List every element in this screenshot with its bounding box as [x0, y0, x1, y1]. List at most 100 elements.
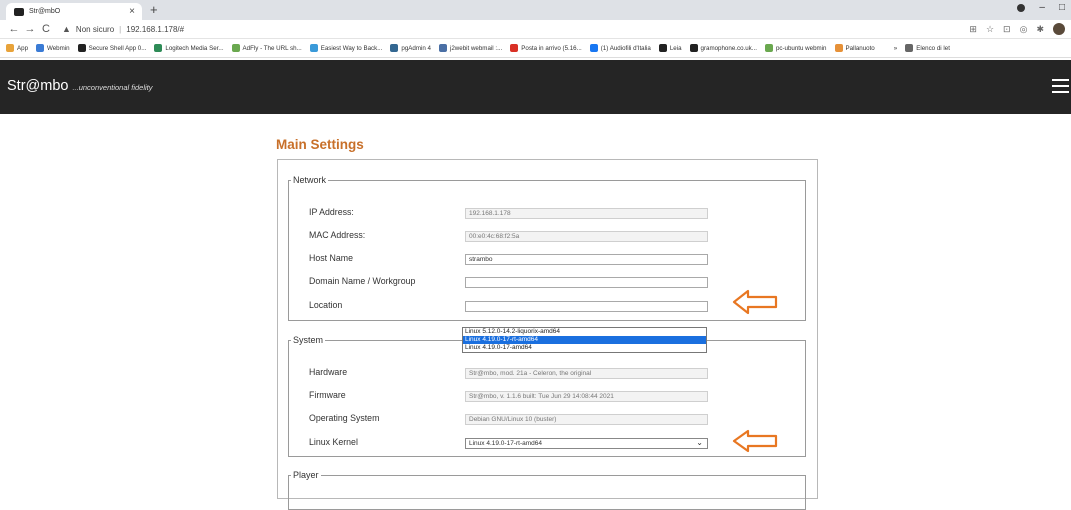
bookmark-icon	[882, 44, 891, 52]
chevron-down-icon: ⌄	[696, 438, 703, 447]
bookmarks-bar: App Webmin Secure Shell App 0... Logitech M…	[0, 39, 1071, 58]
star-icon[interactable]: ☆	[986, 24, 994, 35]
translate-icon[interactable]: ⊞	[969, 24, 977, 35]
warning-icon[interactable]: ▲	[62, 24, 71, 34]
bookmark-icon	[589, 44, 598, 52]
bookmark-item[interactable]: j2webit webmail :...	[438, 44, 503, 52]
bookmark-label: (1) Audiofili d'Italia	[600, 44, 651, 52]
domain-label: Domain Name / Workgroup	[309, 276, 416, 286]
kernel-option[interactable]: Linux 4.19.0-17-amd64	[463, 344, 706, 352]
bookmark-item[interactable]: gramophone.co.uk...	[689, 44, 757, 52]
bookmark-label: j2webit webmail :...	[449, 44, 503, 52]
hardware-label: Hardware	[309, 367, 348, 377]
bookmark-item[interactable]: Secure Shell App 0...	[77, 44, 146, 52]
kernel-option[interactable]: Linux 5.12.0-14.2-liquorix-amd64	[463, 328, 706, 336]
forward-icon[interactable]: →	[22, 23, 38, 35]
bookmark-icon	[438, 44, 447, 52]
bookmark-icon	[36, 44, 45, 52]
url-field[interactable]: ▲ Non sicuro | 192.168.1.178/#	[62, 24, 184, 34]
brand-logo[interactable]: Str@mbo ...unconventional fidelity	[7, 78, 153, 94]
bookmark-label: pc-ubuntu webmin	[775, 44, 827, 52]
extension-icon[interactable]: ⊡	[1003, 24, 1011, 35]
bookmark-icon	[658, 44, 667, 52]
menu-icon[interactable]	[1052, 79, 1069, 97]
host-label: Host Name	[309, 253, 353, 263]
location-input[interactable]	[465, 301, 708, 312]
bookmark-label: Leia	[669, 44, 682, 52]
bookmark-icon	[689, 44, 698, 52]
kernel-select-value: Linux 4.19.0-17-rt-amd64	[469, 440, 542, 447]
bookmark-icon	[309, 44, 318, 52]
annotation-arrow-icon	[732, 289, 778, 315]
bookmark-label: Logitech Media Ser...	[165, 44, 224, 52]
bookmark-icon	[764, 44, 773, 52]
shield-icon[interactable]: ◎	[1020, 24, 1028, 35]
kernel-option[interactable]: Linux 4.19.0-17-rt-amd64	[463, 336, 706, 344]
tab-title: Str@mbO	[29, 8, 61, 15]
kernel-dropdown-list: Linux 5.12.0-14.2-liquorix-amd64 Linux 4.…	[462, 327, 707, 353]
new-tab-button[interactable]: +	[150, 2, 158, 17]
ip-field: 192.168.1.178	[465, 208, 708, 219]
bookmark-item[interactable]: Logitech Media Ser...	[154, 44, 224, 52]
bookmark-item[interactable]: App	[6, 44, 28, 52]
tab-close-icon[interactable]: ×	[129, 6, 135, 17]
ip-label: IP Address:	[309, 207, 354, 217]
bookmark-item[interactable]: pgAdmin 4	[390, 44, 431, 52]
reload-icon[interactable]: C	[38, 23, 54, 35]
bookmark-item[interactable]: »	[882, 44, 898, 52]
security-label: Non sicuro	[75, 24, 115, 34]
bookmark-item[interactable]: (1) Audiofili d'Italia	[589, 44, 651, 52]
network-section: Network IP Address: 192.168.1.178 MAC Ad…	[288, 175, 806, 321]
browser-tab[interactable]: Str@mbO ×	[6, 3, 142, 20]
bookmark-label: pgAdmin 4	[401, 44, 431, 52]
avatar[interactable]	[1053, 23, 1065, 35]
url-text: 192.168.1.178/#	[126, 24, 185, 34]
bookmark-icon	[231, 44, 240, 52]
address-bar: ← → C ▲ Non sicuro | 192.168.1.178/# ⊞ ☆…	[0, 20, 1071, 39]
annotation-arrow-icon	[732, 429, 778, 453]
bookmark-label: Posta in arrivo (5.16...	[521, 44, 582, 52]
location-label: Location	[309, 300, 343, 310]
bookmark-label: Easiest Way to Back...	[320, 44, 383, 52]
host-name-input[interactable]: strambo	[465, 254, 708, 265]
window-controls: – □	[1017, 2, 1065, 13]
page-title: Main Settings	[276, 137, 364, 152]
bookmark-icon	[6, 44, 14, 52]
player-section: Player	[288, 470, 806, 510]
player-legend: Player	[293, 470, 319, 480]
firmware-label: Firmware	[309, 390, 346, 400]
browser-tab-strip: Str@mbO × + – □	[0, 0, 1071, 20]
os-label: Operating System	[309, 413, 380, 423]
bookmark-item[interactable]: Easiest Way to Back...	[309, 44, 383, 52]
bookmark-icon	[834, 44, 843, 52]
puzzle-icon[interactable]: ✱	[1036, 24, 1044, 35]
firmware-field: Str@mbo, v. 1.1.6 built: Tue Jun 29 14:0…	[465, 391, 708, 402]
url-separator: |	[119, 24, 122, 34]
back-icon[interactable]: ←	[6, 23, 22, 35]
bookmark-icon	[154, 44, 163, 52]
kernel-label: Linux Kernel	[309, 437, 358, 447]
system-section: System Hardware Str@mbo, mod. 21a - Cele…	[288, 335, 806, 457]
bookmark-icon	[905, 44, 914, 52]
kernel-select[interactable]: Linux 4.19.0-17-rt-amd64 ⌄	[465, 438, 708, 449]
bookmark-label: Pallanuoto	[845, 44, 875, 52]
bookmark-icon	[390, 44, 399, 52]
domain-input[interactable]	[465, 277, 708, 288]
bookmark-item[interactable]: Webmin	[36, 44, 70, 52]
bookmark-item[interactable]: Elenco di let	[905, 44, 950, 52]
bookmark-label: »	[893, 44, 898, 52]
os-field: Debian GNU/Linux 10 (buster)	[465, 414, 708, 425]
system-legend: System	[293, 335, 324, 345]
bookmark-item[interactable]: Leia	[658, 44, 682, 52]
mac-field: 00:e0:4c:68:f2:5a	[465, 231, 708, 242]
minimize-icon[interactable]: –	[1039, 2, 1045, 13]
maximize-icon[interactable]: □	[1059, 2, 1065, 13]
bookmark-item[interactable]: Pallanuoto	[834, 44, 875, 52]
bookmark-item[interactable]: AdFly - The URL sh...	[231, 44, 302, 52]
tab-favicon-icon	[14, 7, 24, 16]
bookmark-label: gramophone.co.uk...	[700, 44, 757, 52]
bookmark-item[interactable]: pc-ubuntu webmin	[764, 44, 827, 52]
brand-tagline: ...unconventional fidelity	[72, 83, 153, 92]
profile-indicator-icon[interactable]	[1017, 3, 1026, 12]
bookmark-item[interactable]: Posta in arrivo (5.16...	[510, 44, 582, 52]
